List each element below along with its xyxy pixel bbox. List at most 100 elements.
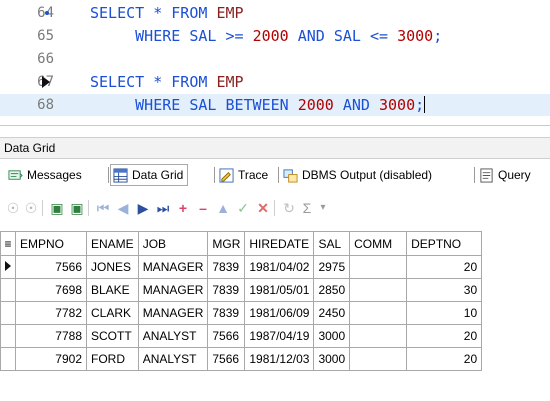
import-icon[interactable]: ▣ xyxy=(68,198,86,218)
code-keyword: SELECT * FROM xyxy=(90,4,217,22)
row-indicator[interactable] xyxy=(0,255,16,279)
add-record-icon[interactable]: + xyxy=(174,198,192,218)
column-header-deptno[interactable]: DEPTNO xyxy=(406,231,483,256)
cell-job[interactable]: ANALYST xyxy=(137,324,209,348)
dropdown-icon[interactable]: ▾ xyxy=(314,198,332,218)
prev-record-icon[interactable]: ◀ xyxy=(114,198,132,218)
cell-comm[interactable] xyxy=(349,347,408,371)
column-header-ename[interactable]: ENAME xyxy=(86,231,139,256)
table-row[interactable]: 7788 SCOTT ANALYST 7566 1987/04/19 3000 … xyxy=(0,324,483,348)
code-keyword: WHERE SAL BETWEEN xyxy=(90,96,298,114)
cell-empno[interactable]: 7788 xyxy=(15,324,87,348)
sql-editor[interactable]: 64 SELECT * FROM EMP 65 WHERE SAL >= 200… xyxy=(0,0,550,126)
tab-messages[interactable]: Messages xyxy=(6,165,86,185)
cell-sal[interactable]: 3000 xyxy=(313,324,351,348)
row-indicator[interactable] xyxy=(0,301,16,325)
cell-hiredate[interactable]: 1981/12/03 xyxy=(244,347,315,371)
cell-deptno[interactable]: 20 xyxy=(406,255,483,279)
cell-ename[interactable]: BLAKE xyxy=(86,278,139,302)
table-row[interactable]: 7698 BLAKE MANAGER 7839 1981/05/01 2850 … xyxy=(0,278,483,302)
cell-deptno[interactable]: 20 xyxy=(406,324,483,348)
code-keyword: WHERE SAL >= xyxy=(90,27,253,45)
cell-sal[interactable]: 2450 xyxy=(313,301,351,325)
cell-sal[interactable]: 2850 xyxy=(313,278,351,302)
column-header-job[interactable]: JOB xyxy=(137,231,209,256)
cell-sal[interactable]: 2975 xyxy=(313,255,351,279)
cell-comm[interactable] xyxy=(349,278,408,302)
cell-mgr[interactable]: 7566 xyxy=(207,324,246,348)
cell-sal[interactable]: 3000 xyxy=(313,347,351,371)
row-indicator[interactable] xyxy=(0,324,16,348)
editor-line-65[interactable]: 65 WHERE SAL >= 2000 AND SAL <= 3000; xyxy=(0,25,550,47)
copy-icon[interactable]: ☉ xyxy=(4,198,22,218)
column-header-sal[interactable]: SAL xyxy=(313,231,351,256)
column-header-hiredate[interactable]: HIREDATE xyxy=(244,231,315,256)
cell-job[interactable]: MANAGER xyxy=(137,301,209,325)
line-number: 66 xyxy=(37,51,54,67)
tab-dbms-output[interactable]: DBMS Output (disabled) xyxy=(281,165,436,185)
cell-job[interactable]: MANAGER xyxy=(137,255,209,279)
row-indicator[interactable] xyxy=(0,347,16,371)
cell-empno[interactable]: 7782 xyxy=(15,301,87,325)
last-record-icon[interactable]: ⏭ xyxy=(154,198,172,218)
move-up-icon[interactable]: ▲ xyxy=(214,198,232,218)
editor-line-67[interactable]: 67 SELECT * FROM EMP xyxy=(0,71,550,93)
cell-empno[interactable]: 7566 xyxy=(15,255,87,279)
cell-deptno[interactable]: 20 xyxy=(406,347,483,371)
code-keyword: ; xyxy=(415,96,425,114)
cell-ename[interactable]: CLARK xyxy=(86,301,139,325)
row-indicator[interactable] xyxy=(0,278,16,302)
refresh-icon[interactable]: ↻ xyxy=(280,198,298,218)
cell-ename[interactable]: FORD xyxy=(86,347,139,371)
cell-mgr[interactable]: 7566 xyxy=(207,347,246,371)
editor-line-68[interactable]: 68 WHERE SAL BETWEEN 2000 AND 3000; xyxy=(0,94,550,116)
cell-deptno[interactable]: 10 xyxy=(406,301,483,325)
cell-comm[interactable] xyxy=(349,324,408,348)
column-header-comm[interactable]: COMM xyxy=(349,231,408,256)
editor-line-64[interactable]: 64 SELECT * FROM EMP xyxy=(0,2,550,24)
table-row[interactable]: 7902 FORD ANALYST 7566 1981/12/03 3000 2… xyxy=(0,347,483,371)
tab-separator xyxy=(108,167,109,183)
grid-header-row: ≡ EMPNO ENAME JOB MGR HIREDATE SAL COMM … xyxy=(0,231,483,256)
cell-empno[interactable]: 7902 xyxy=(15,347,87,371)
line-number: 68 xyxy=(37,97,54,113)
cell-ename[interactable]: JONES xyxy=(86,255,139,279)
cell-deptno[interactable]: 30 xyxy=(406,278,483,302)
grid-corner-icon[interactable]: ≡ xyxy=(0,231,16,256)
cell-hiredate[interactable]: 1981/06/09 xyxy=(244,301,315,325)
editor-line-66[interactable]: 66 xyxy=(0,48,550,70)
trace-icon xyxy=(219,167,234,183)
cell-job[interactable]: MANAGER xyxy=(137,278,209,302)
cell-hiredate[interactable]: 1987/04/19 xyxy=(244,324,315,348)
toolbar-separator xyxy=(274,200,275,216)
table-row[interactable]: 7566 JONES MANAGER 7839 1981/04/02 2975 … xyxy=(0,255,483,279)
cancel-edit-icon[interactable]: ✕ xyxy=(254,198,272,218)
post-edit-icon[interactable]: ✓ xyxy=(234,198,252,218)
cell-ename[interactable]: SCOTT xyxy=(86,324,139,348)
results-grid[interactable]: ≡ EMPNO ENAME JOB MGR HIREDATE SAL COMM … xyxy=(0,231,483,371)
messages-icon xyxy=(8,169,23,180)
cell-job[interactable]: ANALYST xyxy=(137,347,209,371)
cell-mgr[interactable]: 7839 xyxy=(207,278,246,302)
next-record-icon[interactable]: ▶ xyxy=(134,198,152,218)
cell-hiredate[interactable]: 1981/04/02 xyxy=(244,255,315,279)
delete-record-icon[interactable]: – xyxy=(194,198,212,218)
cell-comm[interactable] xyxy=(349,301,408,325)
cell-hiredate[interactable]: 1981/05/01 xyxy=(244,278,315,302)
export-icon[interactable]: ▣ xyxy=(48,198,66,218)
first-record-icon[interactable]: ⏮ xyxy=(94,198,112,218)
cell-comm[interactable] xyxy=(349,255,408,279)
tab-query[interactable]: Query xyxy=(477,165,535,185)
tab-trace[interactable]: Trace xyxy=(217,165,272,185)
table-row[interactable]: 7782 CLARK MANAGER 7839 1981/06/09 2450 … xyxy=(0,301,483,325)
paste-icon[interactable]: ☉ xyxy=(22,198,40,218)
column-header-mgr[interactable]: MGR xyxy=(207,231,246,256)
bookmark-dot-icon xyxy=(45,11,49,15)
result-tabs: Messages Data Grid Trace DBMS Output (di… xyxy=(0,163,550,187)
cell-mgr[interactable]: 7839 xyxy=(207,255,246,279)
cell-empno[interactable]: 7698 xyxy=(15,278,87,302)
cell-mgr[interactable]: 7839 xyxy=(207,301,246,325)
code-number: 3000 xyxy=(397,27,434,45)
tab-data-grid[interactable]: Data Grid xyxy=(110,164,189,186)
column-header-empno[interactable]: EMPNO xyxy=(15,231,87,256)
